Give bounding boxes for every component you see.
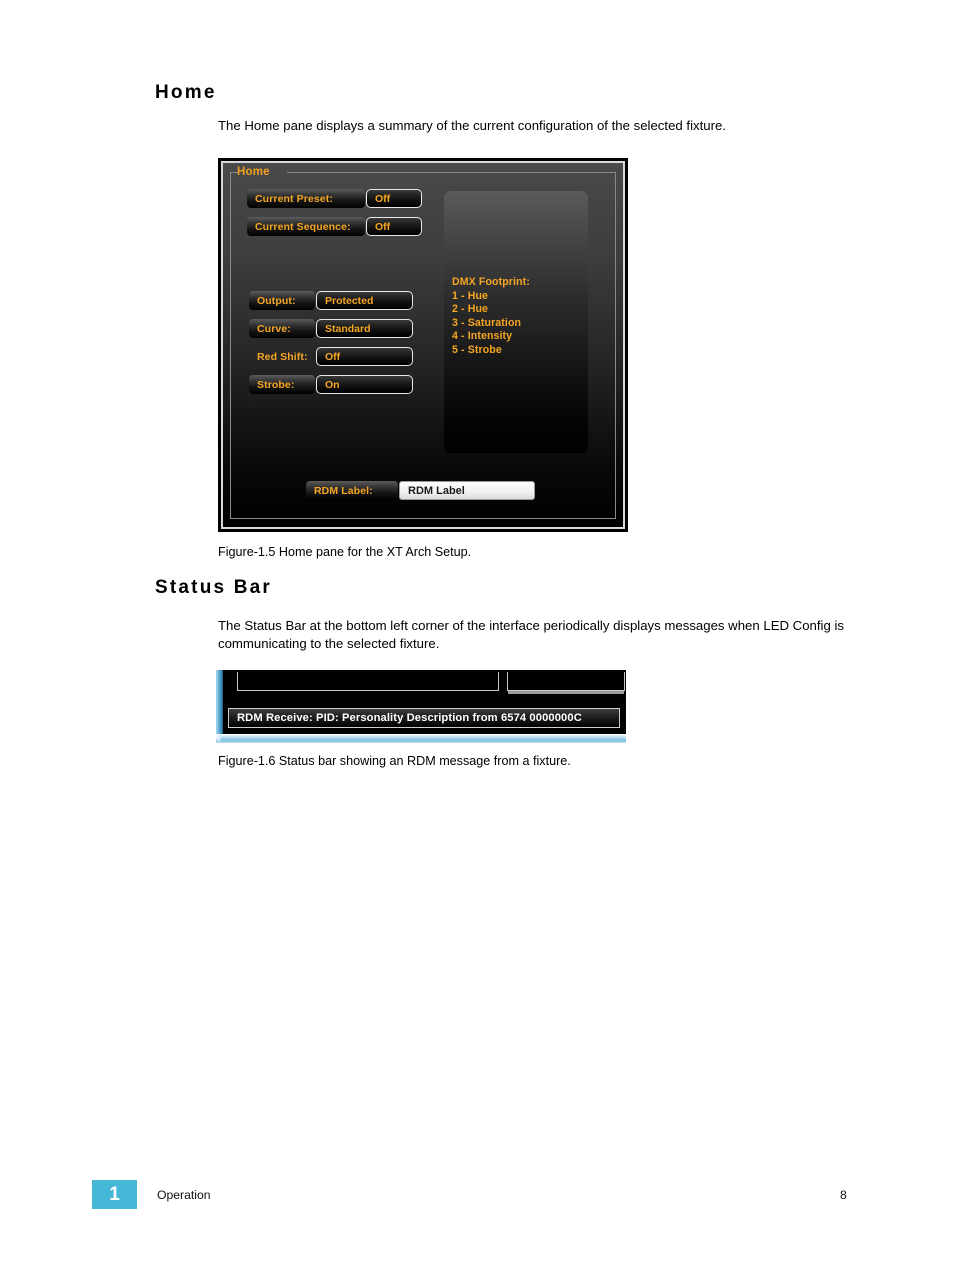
output-label: Output: — [249, 291, 315, 310]
strobe-label: Strobe: — [249, 375, 315, 394]
row-output: Output: Protected — [249, 291, 413, 310]
output-value[interactable]: Protected — [316, 291, 413, 310]
footer-chapter-badge: 1 — [92, 1180, 137, 1209]
window-chrome-bottom-edge — [216, 734, 626, 743]
curve-value[interactable]: Standard — [316, 319, 413, 338]
strobe-value[interactable]: On — [316, 375, 413, 394]
figure-caption-1-6: Figure-1.6 Status bar showing an RDM mes… — [218, 754, 571, 768]
current-preset-value[interactable]: Off — [366, 189, 422, 208]
dmx-footprint-panel: DMX Footprint: 1 - Hue 2 - Hue 3 - Satur… — [444, 191, 588, 453]
page-title-home: Home — [155, 82, 217, 103]
status-bar-message: RDM Receive: PID: Personality Descriptio… — [228, 708, 620, 728]
red-shift-label: Red Shift: — [257, 350, 308, 363]
row-current-preset: Current Preset: Off — [247, 189, 422, 208]
rdm-label-input[interactable]: RDM Label — [399, 481, 535, 500]
curve-label: Curve: — [249, 319, 315, 338]
footer-page-number: 8 — [840, 1188, 847, 1202]
current-preset-label: Current Preset: — [247, 189, 365, 208]
row-current-sequence: Current Sequence: Off — [247, 217, 422, 236]
row-curve: Curve: Standard — [249, 319, 413, 338]
row-rdm-label: RDM Label: RDM Label — [306, 481, 535, 500]
row-strobe: Strobe: On — [249, 375, 413, 394]
page-title-status-bar: Status Bar — [155, 577, 273, 598]
page: Home The Home pane displays a summary of… — [0, 0, 954, 1272]
row-red-shift: Red Shift: Off — [249, 347, 413, 366]
status-bar-right-panel — [507, 672, 625, 694]
footer-section-label: Operation — [157, 1188, 211, 1202]
current-sequence-label: Current Sequence: — [247, 217, 365, 236]
rdm-label-label: RDM Label: — [306, 481, 398, 500]
window-chrome-left-edge — [216, 670, 223, 736]
figure-caption-1-5: Figure-1.5 Home pane for the XT Arch Set… — [218, 545, 472, 559]
current-sequence-value[interactable]: Off — [366, 217, 422, 236]
dmx-footprint-text: DMX Footprint: 1 - Hue 2 - Hue 3 - Satur… — [452, 276, 530, 356]
figure-home-pane: Home Current Preset: Off Current Sequenc… — [218, 158, 628, 532]
figure-status-bar: RDM Receive: PID: Personality Descriptio… — [216, 670, 626, 743]
home-groupbox-legend: Home — [237, 166, 270, 178]
red-shift-value[interactable]: Off — [316, 347, 413, 366]
status-bar-left-panel — [237, 672, 499, 691]
intro-paragraph-home: The Home pane displays a summary of the … — [218, 118, 726, 133]
home-pane-frame: Home Current Preset: Off Current Sequenc… — [221, 161, 625, 529]
intro-paragraph-status-bar: The Status Bar at the bottom left corner… — [218, 618, 844, 651]
